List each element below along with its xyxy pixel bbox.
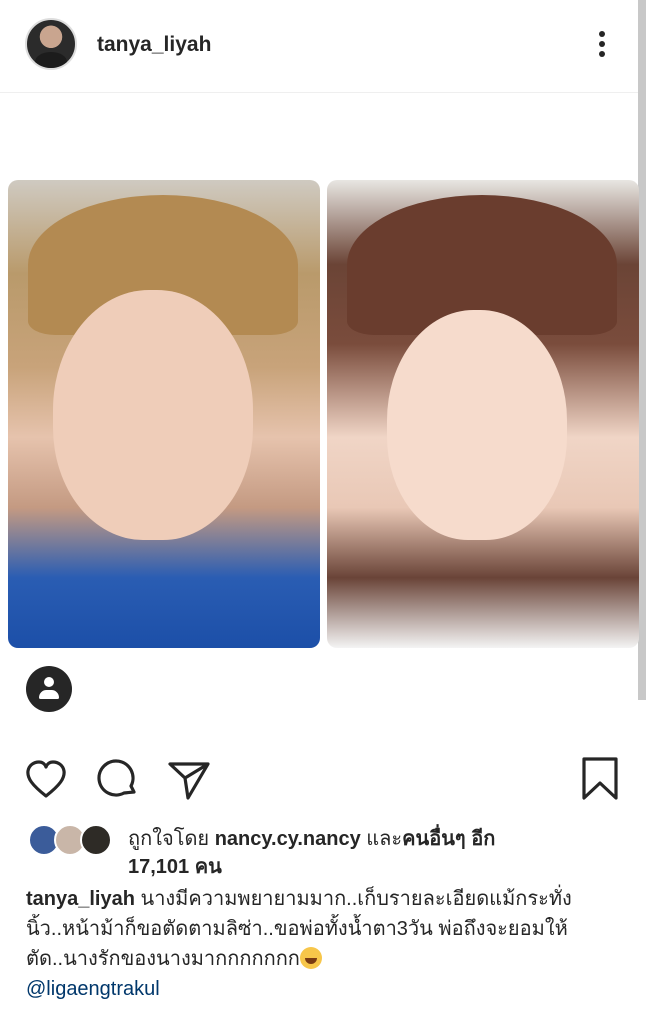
avatar <box>80 824 112 856</box>
avatar[interactable] <box>25 18 77 70</box>
post-photo-left[interactable] <box>8 180 320 648</box>
scrollbar[interactable] <box>638 0 646 700</box>
more-options-icon[interactable] <box>588 28 616 62</box>
liker-username[interactable]: nancy.cy.nancy <box>215 828 361 850</box>
photo-face <box>387 310 567 540</box>
post-photo-right[interactable] <box>327 180 639 648</box>
likes-prefix: ถูกใจโดย <box>128 828 210 850</box>
likes-count[interactable]: 17,101 คน <box>128 856 222 878</box>
comment-icon[interactable] <box>96 758 140 802</box>
likes-summary: ถูกใจโดย nancy.cy.nancy และคนอื่นๆ อีก 1… <box>128 825 618 881</box>
user-tag-icon[interactable] <box>26 666 72 712</box>
send-icon[interactable] <box>166 758 212 802</box>
likes-others-link[interactable]: คนอื่นๆ อีก <box>402 828 495 850</box>
post-caption: tanya_liyah นางมีความพยายามมาก..เก็บรายล… <box>26 884 630 1004</box>
post-username[interactable]: tanya_liyah <box>97 33 211 57</box>
caption-mention[interactable]: @ligaengtrakul <box>26 978 160 1000</box>
heart-icon[interactable] <box>24 758 68 802</box>
likers-avatars[interactable] <box>28 824 112 858</box>
likes-middle: และ <box>366 828 403 850</box>
grinning-sweat-emoji-icon <box>299 947 322 969</box>
caption-username[interactable]: tanya_liyah <box>26 888 135 910</box>
bookmark-icon[interactable] <box>580 756 620 802</box>
photo-face <box>53 290 253 540</box>
post-header: tanya_liyah <box>0 0 638 93</box>
